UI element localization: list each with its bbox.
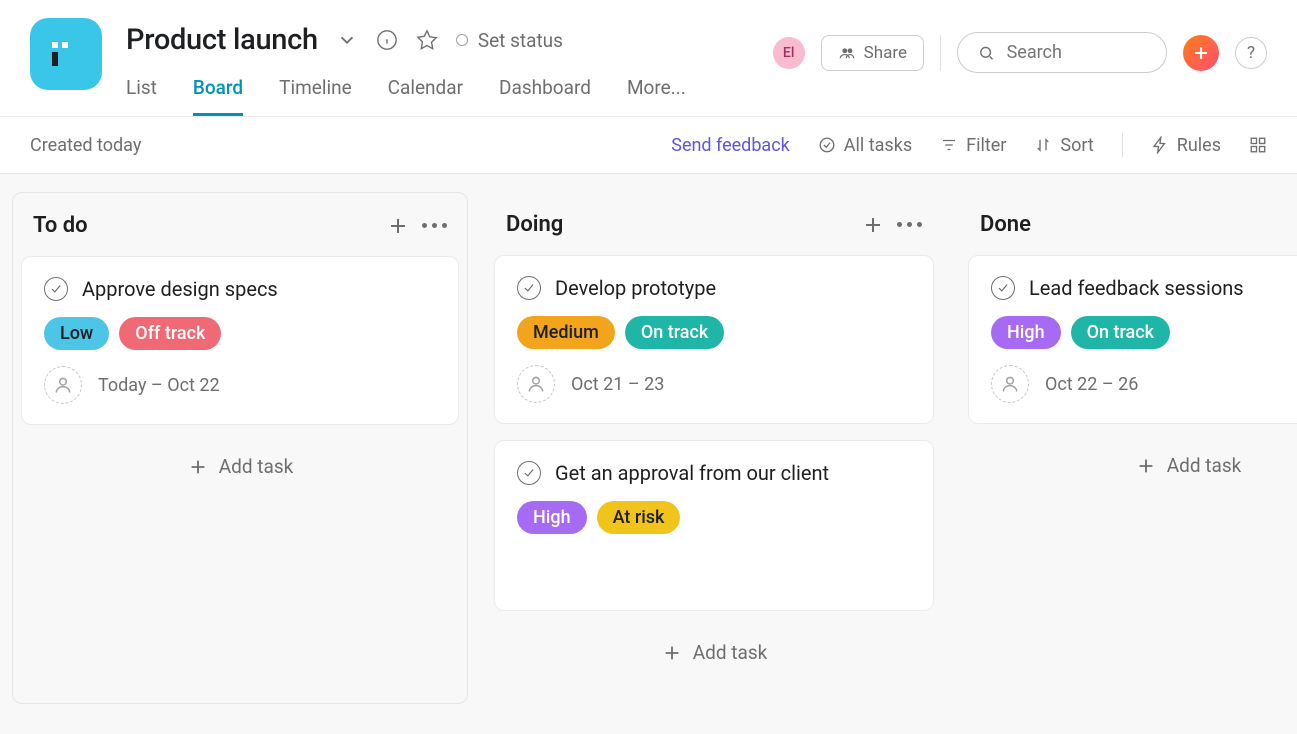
send-feedback-link[interactable]: Send feedback — [671, 135, 790, 156]
tag[interactable]: Medium — [517, 316, 615, 349]
complete-toggle[interactable] — [991, 276, 1015, 300]
task-card[interactable]: Approve design specs Low Off track Today … — [21, 256, 459, 425]
add-button[interactable] — [1183, 35, 1219, 71]
set-status-label: Set status — [478, 29, 563, 52]
all-tasks-button[interactable]: All tasks — [818, 135, 912, 156]
column-doing: Doing Develop prototype Medium On track O… — [486, 192, 942, 704]
project-title[interactable]: Product launch — [126, 23, 318, 57]
help-button[interactable]: ? — [1235, 37, 1267, 69]
sort-icon — [1034, 136, 1052, 154]
add-task-button[interactable]: Add task — [21, 441, 459, 492]
check-circle-icon — [818, 136, 836, 154]
column-menu-icon[interactable] — [422, 223, 447, 228]
card-title: Get an approval from our client — [555, 461, 829, 485]
tag[interactable]: On track — [625, 316, 724, 349]
info-icon[interactable] — [376, 29, 398, 51]
add-card-icon[interactable] — [861, 213, 885, 237]
grid-icon — [1249, 136, 1267, 154]
tag[interactable]: Off track — [119, 317, 221, 350]
tag[interactable]: At risk — [597, 501, 681, 534]
column-menu-icon[interactable] — [897, 222, 922, 227]
column-header: Doing — [494, 192, 934, 255]
tag[interactable]: High — [991, 316, 1061, 349]
share-label: Share — [864, 43, 907, 63]
task-card[interactable]: Develop prototype Medium On track Oct 21 … — [494, 255, 934, 424]
assignee-placeholder[interactable] — [991, 365, 1029, 403]
separator — [1122, 133, 1123, 157]
board: To do Approve design specs Low Off track … — [0, 174, 1297, 734]
separator — [940, 35, 941, 71]
column-title[interactable]: Done — [980, 212, 1297, 237]
tab-list[interactable]: List — [126, 76, 157, 116]
tag[interactable]: High — [517, 501, 587, 534]
customize-button[interactable] — [1249, 136, 1267, 154]
tab-more[interactable]: More... — [627, 76, 686, 116]
complete-toggle[interactable] — [517, 276, 541, 300]
set-status-button[interactable]: Set status — [456, 29, 563, 52]
card-date: Today – Oct 22 — [98, 375, 220, 396]
star-icon[interactable] — [416, 29, 438, 51]
card-title: Approve design specs — [82, 277, 278, 301]
tag[interactable]: On track — [1071, 316, 1170, 349]
toolbar: Created today Send feedback All tasks Fi… — [0, 117, 1297, 174]
column-done: Done Lead feedback sessions High On track… — [960, 192, 1297, 704]
card-title: Lead feedback sessions — [1029, 276, 1244, 300]
card-date: Oct 22 – 26 — [1045, 374, 1138, 395]
view-tabs: List Board Timeline Calendar Dashboard More..… — [126, 76, 749, 116]
project-logo[interactable] — [30, 18, 102, 90]
card-tags: High On track — [991, 316, 1297, 349]
lightning-icon — [1151, 136, 1169, 154]
tag[interactable]: Low — [44, 317, 109, 350]
tab-board[interactable]: Board — [193, 76, 243, 116]
app-header: Product launch Set status List Board Timel… — [0, 0, 1297, 117]
plus-icon — [1191, 43, 1211, 63]
card-tags: Low Off track — [44, 317, 436, 350]
tab-calendar[interactable]: Calendar — [388, 76, 463, 116]
rules-button[interactable]: Rules — [1151, 135, 1221, 156]
add-task-button[interactable]: Add task — [968, 440, 1297, 491]
tab-dashboard[interactable]: Dashboard — [499, 76, 591, 116]
created-label: Created today — [30, 135, 643, 156]
column-to-do: To do Approve design specs Low Off track … — [12, 192, 468, 704]
complete-toggle[interactable] — [517, 461, 541, 485]
card-title: Develop prototype — [555, 276, 716, 300]
column-header: To do — [21, 193, 459, 256]
filter-button[interactable]: Filter — [940, 135, 1006, 156]
complete-toggle[interactable] — [44, 277, 68, 301]
column-title[interactable]: To do — [33, 213, 374, 238]
avatar[interactable]: El — [773, 37, 805, 69]
card-tags: Medium On track — [517, 316, 911, 349]
add-card-icon[interactable] — [386, 214, 410, 238]
card-meta: Oct 22 – 26 — [991, 365, 1297, 403]
add-task-button[interactable]: Add task — [494, 627, 934, 678]
status-dot-icon — [456, 34, 468, 46]
search-field[interactable] — [1007, 42, 1146, 63]
share-button[interactable]: Share — [821, 35, 924, 71]
chevron-down-icon[interactable] — [336, 29, 358, 51]
column-title[interactable]: Doing — [506, 212, 849, 237]
tab-timeline[interactable]: Timeline — [279, 76, 352, 116]
card-date: Oct 21 – 23 — [571, 374, 664, 395]
card-tags: High At risk — [517, 501, 911, 534]
assignee-placeholder[interactable] — [44, 366, 82, 404]
card-meta: Today – Oct 22 — [44, 366, 436, 404]
search-input[interactable] — [957, 32, 1167, 73]
column-header: Done — [968, 192, 1297, 255]
sort-button[interactable]: Sort — [1034, 135, 1093, 156]
task-card[interactable]: Lead feedback sessions High On track Oct … — [968, 255, 1297, 424]
task-card[interactable]: Get an approval from our client High At r… — [494, 440, 934, 611]
card-meta: Oct 21 – 23 — [517, 365, 911, 403]
search-icon — [978, 43, 995, 63]
assignee-placeholder[interactable] — [517, 365, 555, 403]
filter-icon — [940, 136, 958, 154]
